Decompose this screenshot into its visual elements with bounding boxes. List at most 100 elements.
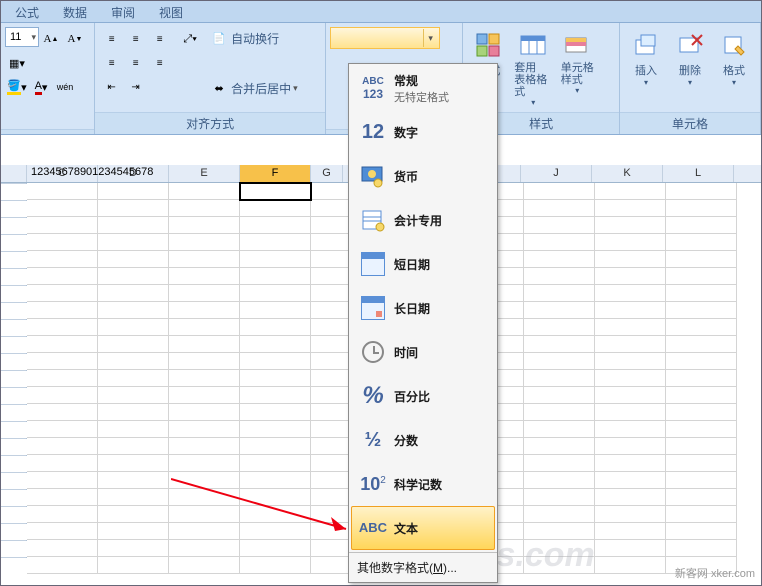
cell[interactable] [240,557,311,574]
cell[interactable] [666,319,737,336]
col-header[interactable]: G [311,165,343,182]
cell[interactable] [666,302,737,319]
cell[interactable] [27,217,98,234]
cell[interactable] [98,200,169,217]
cell[interactable] [169,217,240,234]
row-header[interactable] [1,268,27,269]
cell[interactable] [240,404,311,421]
cell[interactable] [240,336,311,353]
cell[interactable] [666,285,737,302]
row-header[interactable] [1,489,27,490]
cell[interactable] [666,200,737,217]
cell[interactable] [98,234,169,251]
cell[interactable] [524,506,595,523]
cell[interactable] [666,251,737,268]
cell[interactable] [98,489,169,506]
cell[interactable] [27,472,98,489]
row-header[interactable] [1,319,27,320]
tab-formula[interactable]: 公式 [3,1,51,22]
cell[interactable] [595,540,666,557]
cell[interactable] [666,183,737,200]
cell[interactable] [169,183,240,200]
cell[interactable] [595,234,666,251]
cell[interactable] [595,472,666,489]
cell[interactable] [524,489,595,506]
cell[interactable] [240,370,311,387]
cell[interactable] [169,268,240,285]
cell[interactable] [169,319,240,336]
format-item-frac[interactable]: ½分数 [351,418,495,462]
format-item-money[interactable]: 货币 [351,154,495,198]
cell[interactable] [169,404,240,421]
wrap-text-icon[interactable]: 📄 [208,27,230,49]
cell[interactable] [666,489,737,506]
cell[interactable] [595,523,666,540]
cell[interactable] [240,217,311,234]
cell[interactable] [240,234,311,251]
increase-indent-icon[interactable]: ⇥ [124,76,146,98]
row-header[interactable] [1,336,27,337]
align-right-icon[interactable]: ≡ [148,52,170,74]
select-all-corner[interactable] [1,165,27,182]
merge-center-icon[interactable]: ⬌ [208,77,230,99]
cell[interactable] [524,285,595,302]
row-header[interactable] [1,387,27,388]
cell[interactable] [666,404,737,421]
cell[interactable] [98,217,169,234]
cell[interactable] [169,438,240,455]
cell[interactable] [98,336,169,353]
cell[interactable] [666,540,737,557]
cell[interactable] [595,506,666,523]
cell[interactable] [524,336,595,353]
cell[interactable] [240,387,311,404]
cell[interactable] [666,421,737,438]
cell[interactable] [169,285,240,302]
increase-font-icon[interactable]: A▲ [40,28,62,50]
cell[interactable] [240,251,311,268]
align-left-icon[interactable]: ≡ [100,52,122,74]
cell[interactable] [98,455,169,472]
cell[interactable] [27,234,98,251]
row-header[interactable] [1,438,27,439]
decrease-indent-icon[interactable]: ⇤ [100,76,122,98]
row-header[interactable] [1,285,27,286]
format-item-cal[interactable]: 短日期 [351,242,495,286]
cell[interactable] [666,472,737,489]
cell[interactable] [240,472,311,489]
col-header[interactable]: E [169,165,240,182]
tab-review[interactable]: 审阅 [99,1,147,22]
cell[interactable] [27,404,98,421]
row-header[interactable] [1,404,27,405]
cell[interactable] [98,285,169,302]
cell[interactable] [240,285,311,302]
cell[interactable] [27,438,98,455]
row-header[interactable] [1,200,27,201]
col-header-active[interactable]: F [240,165,311,182]
cell[interactable] [524,183,595,200]
cell[interactable] [666,455,737,472]
border-icon[interactable]: ▦▾ [6,52,28,74]
cell[interactable] [595,489,666,506]
cell[interactable] [240,506,311,523]
cell[interactable] [169,557,240,574]
cell[interactable] [524,200,595,217]
format-item-ledger[interactable]: 会计专用 [351,198,495,242]
cell[interactable] [169,489,240,506]
cell[interactable] [666,268,737,285]
cell[interactable] [524,472,595,489]
cell[interactable] [666,234,737,251]
row-header[interactable] [1,217,27,218]
chevron-down-icon[interactable]: ▾ [423,29,437,47]
cell[interactable] [27,319,98,336]
row-header[interactable] [1,557,27,558]
cell[interactable] [27,353,98,370]
row-header[interactable] [1,234,27,235]
cell[interactable] [595,404,666,421]
cell[interactable] [27,557,98,574]
cell[interactable] [595,217,666,234]
align-top-icon[interactable]: ≡ [100,28,122,50]
cell[interactable] [595,421,666,438]
cell[interactable] [524,540,595,557]
cell[interactable] [27,336,98,353]
cell[interactable] [666,506,737,523]
